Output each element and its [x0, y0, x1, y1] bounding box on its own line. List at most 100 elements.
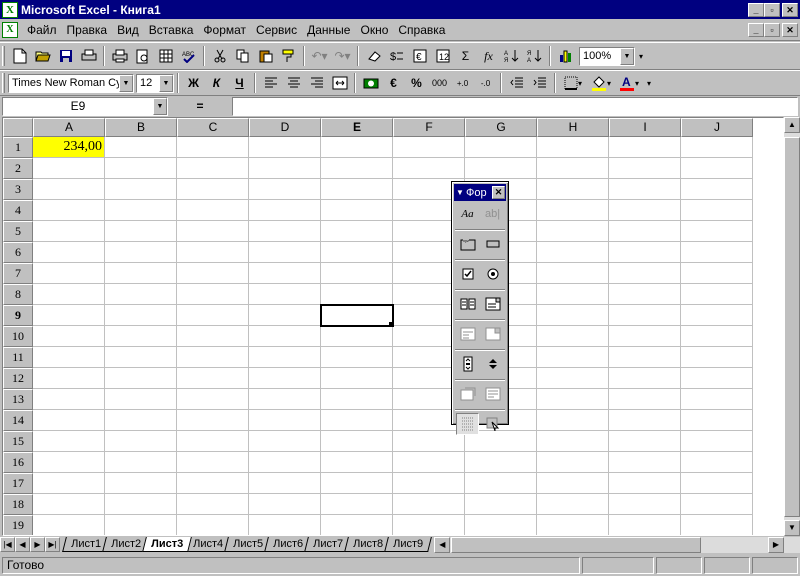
cell-j3[interactable]	[681, 179, 753, 200]
cell-d13[interactable]	[249, 389, 321, 410]
cell-b13[interactable]	[105, 389, 177, 410]
print-icon[interactable]	[108, 45, 131, 67]
menu-data[interactable]: Данные	[302, 21, 355, 39]
cell-d17[interactable]	[249, 473, 321, 494]
select-all-corner[interactable]	[3, 118, 33, 137]
cell-h19[interactable]	[537, 515, 609, 535]
cell-e10[interactable]	[321, 326, 393, 347]
prev-sheet-icon[interactable]: ◀	[15, 537, 30, 552]
menu-view[interactable]: Вид	[112, 21, 144, 39]
row-header[interactable]: 15	[3, 431, 33, 452]
row-header[interactable]: 6	[3, 242, 33, 263]
cell-i10[interactable]	[609, 326, 681, 347]
cell-g2[interactable]	[465, 158, 537, 179]
cell-a4[interactable]	[33, 200, 105, 221]
cell-j9[interactable]	[681, 305, 753, 326]
cell-b12[interactable]	[105, 368, 177, 389]
cell-d2[interactable]	[249, 158, 321, 179]
cell-i17[interactable]	[609, 473, 681, 494]
cell-e5[interactable]	[321, 221, 393, 242]
cell-i2[interactable]	[609, 158, 681, 179]
chart-wizard-icon[interactable]	[554, 45, 577, 67]
column-header[interactable]: F	[393, 118, 465, 137]
fill-color-icon[interactable]: ▾	[587, 72, 615, 94]
cell-a13[interactable]	[33, 389, 105, 410]
cell-h14[interactable]	[537, 410, 609, 431]
cell-d7[interactable]	[249, 263, 321, 284]
scroll-right-icon[interactable]: ▶	[768, 536, 784, 553]
cell-b6[interactable]	[105, 242, 177, 263]
cell-j10[interactable]	[681, 326, 753, 347]
cell-b1[interactable]	[105, 137, 177, 158]
cell-d3[interactable]	[249, 179, 321, 200]
row-header[interactable]: 1	[3, 137, 33, 158]
cell-d12[interactable]	[249, 368, 321, 389]
decrease-indent-icon[interactable]	[505, 72, 528, 94]
row-header[interactable]: 16	[3, 452, 33, 473]
cell-c16[interactable]	[177, 452, 249, 473]
zoom-select[interactable]: 100% ▼	[579, 46, 635, 66]
cell-i4[interactable]	[609, 200, 681, 221]
name-box[interactable]: E9 ▼	[2, 96, 168, 116]
cell-c13[interactable]	[177, 389, 249, 410]
toolbar-options-icon[interactable]: ▾	[635, 45, 647, 67]
print-setup-icon[interactable]	[77, 45, 100, 67]
doc-close-button[interactable]: ✕	[782, 22, 798, 37]
cell-f18[interactable]	[393, 494, 465, 515]
font-size-select[interactable]: 12 ▼	[136, 73, 174, 93]
chevron-down-icon[interactable]: ▼	[153, 97, 167, 115]
list-box-icon[interactable]	[456, 293, 479, 315]
cell-i9[interactable]	[609, 305, 681, 326]
cell-j13[interactable]	[681, 389, 753, 410]
spinner-control-icon[interactable]	[481, 353, 504, 375]
horizontal-scroll-thumb[interactable]	[451, 536, 702, 553]
cell-e12[interactable]	[321, 368, 393, 389]
scroll-bar-control-icon[interactable]	[456, 353, 479, 375]
cell-b18[interactable]	[105, 494, 177, 515]
cell-i14[interactable]	[609, 410, 681, 431]
run-dialog-icon[interactable]	[481, 413, 504, 435]
cell-i5[interactable]	[609, 221, 681, 242]
open-folder-icon[interactable]	[31, 45, 54, 67]
cell-d19[interactable]	[249, 515, 321, 535]
cell-h7[interactable]	[537, 263, 609, 284]
cell-e16[interactable]	[321, 452, 393, 473]
row-header[interactable]: 18	[3, 494, 33, 515]
vertical-scroll-thumb[interactable]	[784, 137, 800, 517]
underline-button[interactable]: Ч	[228, 72, 251, 94]
cell-h12[interactable]	[537, 368, 609, 389]
menu-help[interactable]: Справка	[393, 21, 450, 39]
menu-window[interactable]: Окно	[355, 21, 393, 39]
font-color-icon[interactable]: A ▾	[615, 72, 643, 94]
cell-j4[interactable]	[681, 200, 753, 221]
cell-i15[interactable]	[609, 431, 681, 452]
grid-view-icon[interactable]	[154, 45, 177, 67]
cell-i8[interactable]	[609, 284, 681, 305]
cell-j5[interactable]	[681, 221, 753, 242]
italic-button[interactable]: К	[205, 72, 228, 94]
checkbox-control-icon[interactable]	[456, 263, 479, 285]
cell-c5[interactable]	[177, 221, 249, 242]
cell-a17[interactable]	[33, 473, 105, 494]
workbook-icon[interactable]: X	[2, 21, 18, 38]
column-header[interactable]: J	[681, 118, 753, 137]
edit-code-icon[interactable]	[481, 383, 504, 405]
cell-e13[interactable]	[321, 389, 393, 410]
cell-c10[interactable]	[177, 326, 249, 347]
menu-insert[interactable]: Вставка	[144, 21, 199, 39]
combo-list-edit-icon[interactable]	[456, 323, 479, 345]
cell-d15[interactable]	[249, 431, 321, 452]
equals-button[interactable]: =	[168, 97, 232, 116]
merge-center-icon[interactable]	[328, 72, 351, 94]
cell-c15[interactable]	[177, 431, 249, 452]
cell-j15[interactable]	[681, 431, 753, 452]
percent-style-button[interactable]: %	[405, 72, 428, 94]
cell-g16[interactable]	[465, 452, 537, 473]
align-left-icon[interactable]	[259, 72, 282, 94]
cell-d5[interactable]	[249, 221, 321, 242]
menu-file[interactable]: Файл	[22, 21, 62, 39]
toggle-grid-icon[interactable]	[456, 413, 479, 435]
row-header[interactable]: 4	[3, 200, 33, 221]
cell-a8[interactable]	[33, 284, 105, 305]
cell-b7[interactable]	[105, 263, 177, 284]
